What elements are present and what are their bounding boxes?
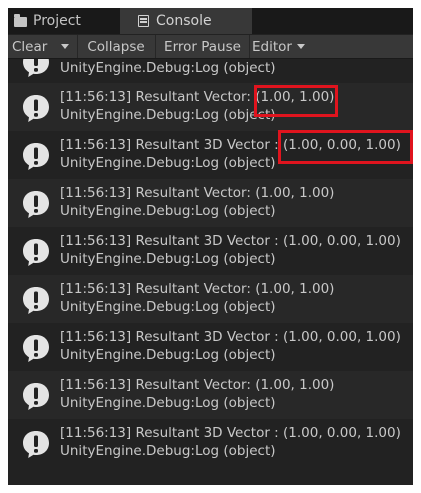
clear-label: Clear	[12, 38, 48, 55]
tab-bar: Project Console	[8, 8, 413, 34]
folder-icon	[14, 14, 27, 27]
list-item[interactable]: [11:56:13] Resultant 3D Vector : (1.00, …	[8, 323, 413, 371]
list-item[interactable]: UnityEngine.Debug:Log (object)	[8, 59, 413, 77]
log-message: [11:56:13] Resultant Vector: (1.00, 1.00…	[60, 281, 335, 297]
info-icon	[21, 333, 51, 363]
log-source: UnityEngine.Debug:Log (object)	[60, 60, 276, 76]
log-message: [11:56:13] Resultant 3D Vector : (1.00, …	[60, 425, 401, 441]
editor-label: Editor	[252, 38, 292, 55]
clear-options-dropdown[interactable]	[53, 35, 78, 58]
info-icon	[21, 93, 51, 123]
log-source: UnityEngine.Debug:Log (object)	[60, 107, 276, 123]
console-toolbar: Clear Collapse Error Pause Editor	[8, 35, 413, 59]
info-icon	[21, 381, 51, 411]
log-source: UnityEngine.Debug:Log (object)	[60, 203, 276, 219]
tab-project[interactable]: Project	[8, 8, 118, 34]
info-icon	[21, 429, 51, 459]
list-item[interactable]: [11:56:13] Resultant Vector: (1.00, 1.00…	[8, 275, 413, 323]
info-icon	[21, 189, 51, 219]
list-item[interactable]: [11:56:13] Resultant Vector: (1.00, 1.00…	[8, 371, 413, 419]
console-icon	[138, 15, 149, 27]
console-window: Project Console Clear Collapse Error Pau…	[8, 8, 413, 485]
tab-console[interactable]: Console	[120, 8, 252, 34]
list-item[interactable]: [11:56:13] Resultant 3D Vector : (1.00, …	[8, 227, 413, 275]
log-source: UnityEngine.Debug:Log (object)	[60, 395, 276, 411]
highlight-box	[254, 85, 338, 117]
log-source: UnityEngine.Debug:Log (object)	[60, 443, 276, 459]
info-icon	[21, 285, 51, 315]
log-source: UnityEngine.Debug:Log (object)	[60, 347, 276, 363]
log-message: [11:56:13] Resultant Vector: (1.00, 1.00…	[60, 185, 335, 201]
info-icon	[21, 59, 51, 78]
list-item[interactable]: [11:56:13] Resultant Vector: (1.00, 1.00…	[8, 179, 413, 227]
info-icon	[21, 141, 51, 171]
clear-button[interactable]: Clear	[12, 35, 47, 58]
log-message: [11:56:13] Resultant Vector: (1.00, 1.00…	[60, 377, 335, 393]
tab-console-label: Console	[156, 13, 212, 29]
list-item[interactable]: [11:56:13] Resultant 3D Vector : (1.00, …	[8, 419, 413, 467]
info-icon	[21, 237, 51, 267]
log-source: UnityEngine.Debug:Log (object)	[60, 251, 276, 267]
error-pause-label: Error Pause	[164, 38, 241, 55]
collapse-label: Collapse	[87, 38, 145, 55]
editor-dropdown[interactable]: Editor	[252, 35, 305, 58]
log-source: UnityEngine.Debug:Log (object)	[60, 155, 276, 171]
list-item[interactable]: [11:56:13] Resultant Vector: (1.00, 1.00…	[8, 83, 413, 131]
error-pause-button[interactable]: Error Pause	[156, 35, 250, 58]
highlight-box	[278, 130, 413, 164]
log-list[interactable]: UnityEngine.Debug:Log (object) [11:56:13…	[8, 59, 413, 485]
chevron-down-icon	[296, 44, 305, 49]
chevron-down-icon	[61, 44, 69, 49]
log-message: [11:56:13] Resultant 3D Vector : (1.00, …	[60, 233, 401, 249]
log-source: UnityEngine.Debug:Log (object)	[60, 299, 276, 315]
collapse-button[interactable]: Collapse	[77, 35, 156, 58]
tab-project-label: Project	[33, 13, 81, 29]
log-message: [11:56:13] Resultant 3D Vector : (1.00, …	[60, 329, 401, 345]
